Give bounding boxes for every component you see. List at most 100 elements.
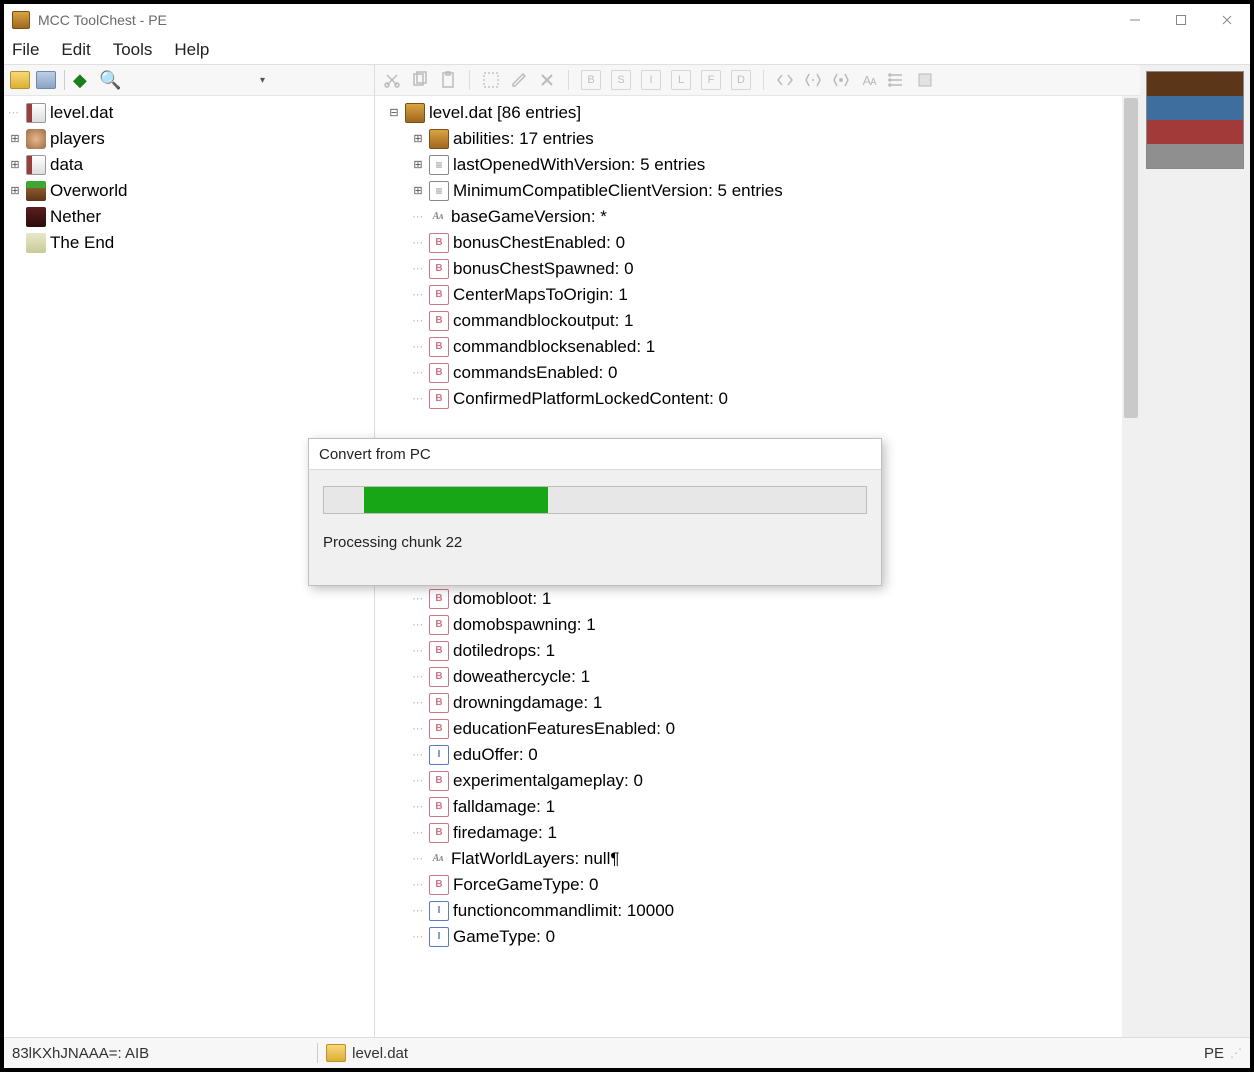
compound-icon (429, 129, 449, 149)
byte-icon: B (429, 259, 449, 279)
menu-edit[interactable]: Edit (61, 40, 90, 60)
window-close-button[interactable] (1204, 5, 1250, 35)
save-icon[interactable] (36, 71, 56, 89)
delete-icon[interactable] (538, 71, 556, 89)
filter-combobox[interactable]: ▾ (125, 69, 271, 91)
copy-icon[interactable] (411, 71, 429, 89)
nbt-row[interactable]: ⋯Bdomobspawning: 1 (381, 612, 1118, 638)
nbt-label: baseGameVersion: * (451, 204, 607, 230)
tree-leaf-icon: ⋯ (411, 794, 425, 820)
compound-tag-icon[interactable] (916, 71, 934, 89)
nbt-row[interactable]: ⋯BForceGameType: 0 (381, 872, 1118, 898)
select-icon[interactable] (482, 71, 500, 89)
tree-expand-icon[interactable]: ⊞ (8, 178, 22, 204)
tree-expand-icon[interactable]: ⊞ (411, 178, 425, 204)
nbt-row[interactable]: ⋯IeduOffer: 0 (381, 742, 1118, 768)
tree-expand-icon[interactable]: ⊞ (411, 126, 425, 152)
nbt-row[interactable]: ⋯Bexperimentalgameplay: 0 (381, 768, 1118, 794)
nbt-row[interactable]: ⋯Bcommandblockoutput: 1 (381, 308, 1118, 334)
tree-leaf-icon: ⋯ (411, 612, 425, 638)
world-preview-image (1146, 71, 1244, 169)
left-toolbar: ◆ 🔍 ▾ (4, 65, 374, 96)
world-tree-item[interactable]: ⊞Overworld (8, 178, 370, 204)
nbt-row[interactable]: ⋯BbonusChestSpawned: 0 (381, 256, 1118, 282)
tree-expand-icon[interactable]: ⊞ (8, 152, 22, 178)
tree-leaf-icon: ⋯ (411, 386, 425, 412)
nbt-row[interactable]: ⋯Bfalldamage: 1 (381, 794, 1118, 820)
nbt-row[interactable]: ⋯BbonusChestEnabled: 0 (381, 230, 1118, 256)
menu-tools[interactable]: Tools (113, 40, 153, 60)
status-left: 83lKXhJNAAA=: AIB (12, 1045, 149, 1062)
search-icon[interactable]: 🔍 (99, 70, 119, 90)
tree-leaf-icon: ⋯ (411, 230, 425, 256)
type-l-button[interactable]: L (671, 70, 691, 90)
window-minimize-button[interactable] (1112, 5, 1158, 35)
nbt-row[interactable]: ⋯Bdrowningdamage: 1 (381, 690, 1118, 716)
nbt-label: commandsEnabled: 0 (453, 360, 617, 386)
nbt-row[interactable]: ⋯BConfirmedPlatformLockedContent: 0 (381, 386, 1118, 412)
nbt-row[interactable]: ⋯Bdomobloot: 1 (381, 586, 1118, 612)
tree-collapse-icon[interactable]: ⊟ (387, 100, 401, 126)
byte-icon: B (429, 233, 449, 253)
paste-icon[interactable] (439, 71, 457, 89)
edit-pencil-icon[interactable] (510, 71, 528, 89)
type-s-button[interactable]: S (611, 70, 631, 90)
tag-code3-icon[interactable] (832, 71, 850, 89)
tag-code-icon[interactable] (776, 71, 794, 89)
nbt-row[interactable]: ⋯BCenterMapsToOrigin: 1 (381, 282, 1118, 308)
nbt-row[interactable]: ⋯Bdotiledrops: 1 (381, 638, 1118, 664)
string-icon: Aᴀ (429, 850, 447, 868)
nbt-label: commandblocksenabled: 1 (453, 334, 655, 360)
type-f-button[interactable]: F (701, 70, 721, 90)
byte-icon: B (429, 823, 449, 843)
world-tree-item[interactable]: Nether (8, 204, 370, 230)
string-tag-icon[interactable]: Aᴀ (860, 71, 878, 89)
nbt-label: commandblockoutput: 1 (453, 308, 634, 334)
nbt-row[interactable]: ⋯AᴀFlatWorldLayers: null¶ (381, 846, 1118, 872)
tree-leaf-icon: ⋯ (411, 820, 425, 846)
nbt-row[interactable]: ⋯Ifunctioncommandlimit: 10000 (381, 898, 1118, 924)
nbt-row[interactable]: ⋯Bdoweathercycle: 1 (381, 664, 1118, 690)
world-tree[interactable]: ⋯level.dat⊞players⊞data⊞OverworldNetherT… (4, 96, 374, 260)
world-tree-item[interactable]: ⊞players (8, 126, 370, 152)
nbt-root-label: level.dat [86 entries] (429, 100, 581, 126)
tree-leaf-icon: ⋯ (411, 204, 425, 230)
nbt-row[interactable]: ⋯Bcommandblocksenabled: 1 (381, 334, 1118, 360)
tree-expand-icon[interactable]: ⊞ (8, 126, 22, 152)
diamond-icon[interactable]: ◆ (73, 70, 93, 90)
tree-leaf-icon: ⋯ (411, 256, 425, 282)
tag-code2-icon[interactable] (804, 71, 822, 89)
cut-icon[interactable] (383, 71, 401, 89)
type-i-button[interactable]: I (641, 70, 661, 90)
tree-expand-icon[interactable]: ⊞ (411, 152, 425, 178)
open-folder-icon[interactable] (10, 71, 30, 89)
type-b-button[interactable]: B (581, 70, 601, 90)
type-d-button[interactable]: D (731, 70, 751, 90)
menu-help[interactable]: Help (174, 40, 209, 60)
nbt-row[interactable]: ⊞≡lastOpenedWithVersion: 5 entries (381, 152, 1118, 178)
list-icon: ≡ (429, 181, 449, 201)
world-tree-item[interactable]: ⋯level.dat (8, 100, 370, 126)
menu-file[interactable]: File (12, 40, 39, 60)
nbt-row[interactable]: ⋯IGameType: 0 (381, 924, 1118, 950)
nbt-row[interactable]: ⋯BcommandsEnabled: 0 (381, 360, 1118, 386)
world-tree-label: The End (50, 230, 114, 256)
nbt-row[interactable]: ⋯BeducationFeaturesEnabled: 0 (381, 716, 1118, 742)
nbt-root[interactable]: ⊟ level.dat [86 entries] (381, 100, 1118, 126)
nbt-label: ForceGameType: 0 (453, 872, 599, 898)
nbt-scrollbar[interactable] (1122, 96, 1140, 1037)
world-tree-item[interactable]: ⊞data (8, 152, 370, 178)
nbt-label: FlatWorldLayers: null¶ (451, 846, 620, 872)
progress-track (323, 486, 867, 514)
nbt-label: functioncommandlimit: 10000 (453, 898, 674, 924)
nbt-row[interactable]: ⊞≡MinimumCompatibleClientVersion: 5 entr… (381, 178, 1118, 204)
window-maximize-button[interactable] (1158, 5, 1204, 35)
nbt-row[interactable]: ⊞abilities: 17 entries (381, 126, 1118, 152)
world-tree-item[interactable]: The End (8, 230, 370, 256)
window-title: MCC ToolChest - PE (38, 12, 167, 28)
compound-icon (405, 103, 425, 123)
nbt-row[interactable]: ⋯Bfiredamage: 1 (381, 820, 1118, 846)
resize-grip-icon[interactable]: ⋰ (1230, 1046, 1242, 1060)
nbt-row[interactable]: ⋯AᴀbaseGameVersion: * (381, 204, 1118, 230)
list-tag-icon[interactable] (888, 71, 906, 89)
